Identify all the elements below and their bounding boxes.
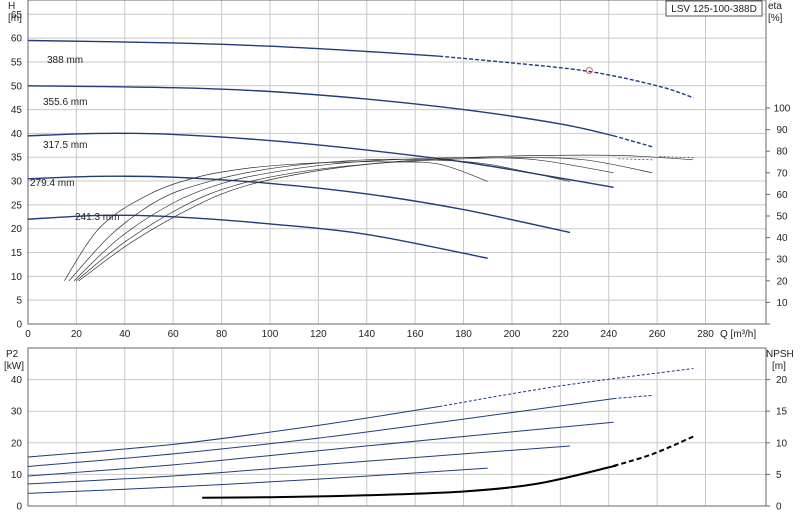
chart-title: LSV 125-100-388D [671, 4, 757, 15]
head-curve [27, 85, 614, 137]
x-axis-label: Q [m³/h] [720, 329, 756, 340]
power-curve-dashed [613, 394, 653, 400]
impeller-diameter-label: 241.3 mm [75, 212, 119, 223]
eta-tick-label: 70 [776, 168, 788, 179]
y-tick-label: 50 [11, 81, 23, 92]
y-tick-label: 0 [16, 320, 22, 331]
impeller-diameter-label: 355.6 mm [43, 97, 87, 108]
p2-tick-label: 30 [11, 407, 23, 418]
y-right-unit: [%] [768, 13, 783, 24]
x-tick-label: 160 [407, 329, 424, 340]
p2-tick-label: 40 [11, 375, 23, 386]
y-tick-label: 35 [11, 153, 23, 164]
npsh-unit: [m] [772, 361, 786, 372]
y-tick-label: 25 [11, 200, 23, 211]
y-tick-label: 20 [11, 224, 23, 235]
top-grid: 0 20 40 60 80 100 120 140 160 180 200 220 240 260 280 0… [11, 0, 791, 340]
eta-tick-label: 10 [776, 298, 788, 309]
impeller-diameter-label: 388 mm [47, 55, 83, 66]
efficiency-curve [64, 161, 488, 281]
efficiency-curves [64, 154, 694, 282]
pump-curve-chart: 0 20 40 60 80 100 120 140 160 180 200 220 240 260 2800… [4, 0, 794, 513]
head-curve-dashed [613, 135, 653, 148]
x-tick-label: 100 [262, 329, 279, 340]
power-curve [27, 398, 614, 467]
impeller-diameter-label: 317.5 mm [43, 140, 87, 151]
x-tick-label: 220 [552, 329, 569, 340]
npsh-tick-label: 15 [776, 407, 788, 418]
head-curve [27, 132, 614, 188]
head-curves: 388 mm 355.6 mm 317.5 mm 279.4 mm 241.3 mm [27, 39, 694, 259]
x-tick-label: 140 [358, 329, 375, 340]
x-tick-label: 60 [168, 329, 180, 340]
y-right-label: eta [768, 1, 782, 12]
p2-tick-label: 0 [16, 502, 22, 513]
y-tick-label: 55 [11, 57, 23, 68]
npsh-tick-label: 20 [776, 375, 788, 386]
p2-tick-label: 20 [11, 438, 23, 449]
power-curve-dashed [439, 368, 694, 407]
bottom-plot-frame [27, 347, 767, 507]
eta-tick-label: 60 [776, 190, 788, 201]
npsh-curve-dashed [613, 435, 694, 467]
x-tick-label: 280 [697, 329, 714, 340]
x-tick-label: 240 [600, 329, 617, 340]
eta-tick-label: 40 [776, 233, 788, 244]
y-tick-label: 40 [11, 129, 23, 140]
y-tick-label: 30 [11, 177, 23, 188]
x-tick-label: 40 [119, 329, 131, 340]
y-tick-label: 60 [11, 34, 23, 45]
eta-tick-label: 90 [776, 125, 788, 136]
npsh-tick-label: 5 [776, 470, 782, 481]
y-left-unit: [m] [8, 13, 22, 24]
eta-tick-label: 30 [776, 255, 788, 266]
y-tick-label: 15 [11, 248, 23, 259]
power-curve [27, 445, 571, 485]
npsh-label: NPSH [766, 349, 794, 360]
power-curves [27, 368, 694, 499]
npsh-tick-label: 10 [776, 438, 788, 449]
x-tick-label: 0 [25, 329, 31, 340]
npsh-tick-label: 0 [776, 502, 782, 513]
x-tick-label: 120 [310, 329, 327, 340]
x-tick-label: 20 [71, 329, 83, 340]
eta-tick-label: 50 [776, 212, 788, 223]
x-tick-label: 200 [504, 329, 521, 340]
y-tick-label: 5 [16, 296, 22, 307]
operating-point-marker [585, 67, 593, 75]
x-tick-label: 180 [455, 329, 472, 340]
bottom-grid: 0 10 20 30 40 0 5 10 15 20 [11, 348, 788, 513]
efficiency-extension-dashed [618, 158, 653, 161]
eta-tick-label: 100 [774, 104, 791, 115]
x-tick-label: 80 [216, 329, 228, 340]
p2-tick-label: 10 [11, 470, 23, 481]
impeller-diameter-label: 279.4 mm [30, 178, 74, 189]
eta-tick-label: 80 [776, 147, 788, 158]
power-curve [27, 406, 440, 458]
efficiency-curve [78, 154, 694, 282]
y-tick-label: 45 [11, 105, 23, 116]
y-left-label: H [8, 1, 15, 12]
head-curve [27, 39, 440, 57]
eta-tick-label: 20 [776, 276, 788, 287]
y-tick-label: 10 [11, 272, 23, 283]
head-curve [27, 175, 571, 234]
x-tick-label: 260 [649, 329, 666, 340]
p2-unit: [kW] [4, 361, 24, 372]
p2-label: P2 [6, 349, 19, 360]
